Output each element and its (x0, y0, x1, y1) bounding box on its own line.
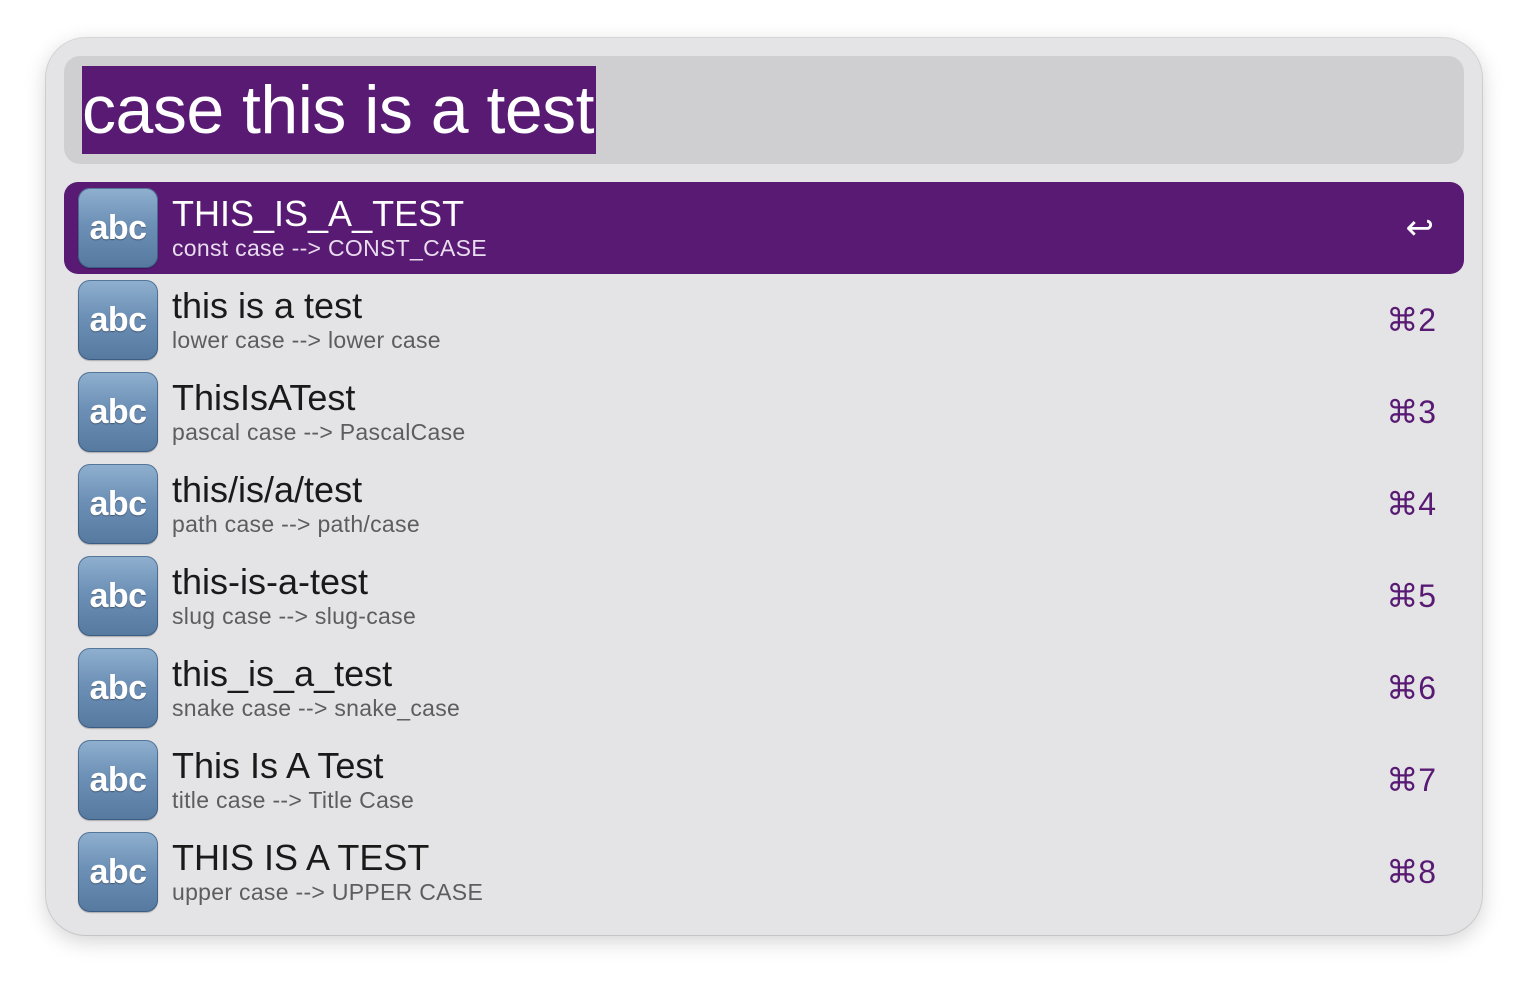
result-title: this is a test (172, 285, 363, 326)
shortcut-hint: ⌘3 (1386, 394, 1436, 430)
result-row[interactable]: abc This Is A Test title case --> Title … (64, 734, 1464, 826)
search-bar[interactable]: case this is a test (64, 56, 1464, 164)
shortcut-hint: ⌘5 (1386, 578, 1436, 614)
result-subtitle: lower case --> lower case (172, 327, 441, 353)
result-row[interactable]: abc THIS IS A TEST upper case --> UPPER … (64, 826, 1464, 918)
return-key-icon: ↩ (1405, 209, 1435, 247)
result-title: This Is A Test (172, 745, 384, 786)
results-list: abc THIS_IS_A_TEST const case --> CONST_… (64, 182, 1464, 918)
result-row[interactable]: abc this/is/a/test path case --> path/ca… (64, 458, 1464, 550)
abc-text-icon: abc (78, 556, 158, 636)
result-row[interactable]: abc ThisIsATest pascal case --> PascalCa… (64, 366, 1464, 458)
search-input[interactable]: case this is a test (82, 66, 597, 154)
abc-text-icon: abc (78, 740, 158, 820)
result-row[interactable]: abc THIS_IS_A_TEST const case --> CONST_… (64, 182, 1464, 274)
result-title: THIS IS A TEST (172, 837, 430, 878)
abc-text-icon: abc (78, 464, 158, 544)
result-subtitle: pascal case --> PascalCase (172, 419, 466, 445)
result-subtitle: upper case --> UPPER CASE (172, 879, 484, 905)
abc-text-icon: abc (78, 372, 158, 452)
result-row[interactable]: abc this-is-a-test slug case --> slug-ca… (64, 550, 1464, 642)
shortcut-hint: ⌘4 (1386, 486, 1436, 522)
abc-text-icon: abc (78, 280, 158, 360)
abc-text-icon: abc (78, 648, 158, 728)
result-subtitle: path case --> path/case (172, 511, 420, 537)
result-row[interactable]: abc this_is_a_test snake case --> snake_… (64, 642, 1464, 734)
result-subtitle: const case --> CONST_CASE (172, 235, 487, 261)
abc-text-icon: abc (78, 832, 158, 912)
shortcut-hint: ⌘7 (1386, 762, 1436, 798)
shortcut-hint: ⌘8 (1386, 854, 1436, 890)
shortcut-hint: ⌘6 (1386, 670, 1436, 706)
result-title: this/is/a/test (172, 469, 363, 510)
abc-text-icon: abc (78, 188, 158, 268)
result-title: this-is-a-test (172, 561, 369, 602)
result-title: THIS_IS_A_TEST (172, 193, 465, 234)
result-subtitle: snake case --> snake_case (172, 695, 461, 721)
result-subtitle: slug case --> slug-case (172, 603, 417, 629)
result-title: ThisIsATest (172, 377, 356, 418)
launcher-window: case this is a test abc THIS_IS_A_TEST c… (46, 38, 1482, 935)
result-row[interactable]: abc this is a test lower case --> lower … (64, 274, 1464, 366)
result-subtitle: title case --> Title Case (172, 787, 415, 813)
shortcut-hint: ⌘2 (1386, 302, 1436, 338)
result-title: this_is_a_test (172, 653, 393, 694)
